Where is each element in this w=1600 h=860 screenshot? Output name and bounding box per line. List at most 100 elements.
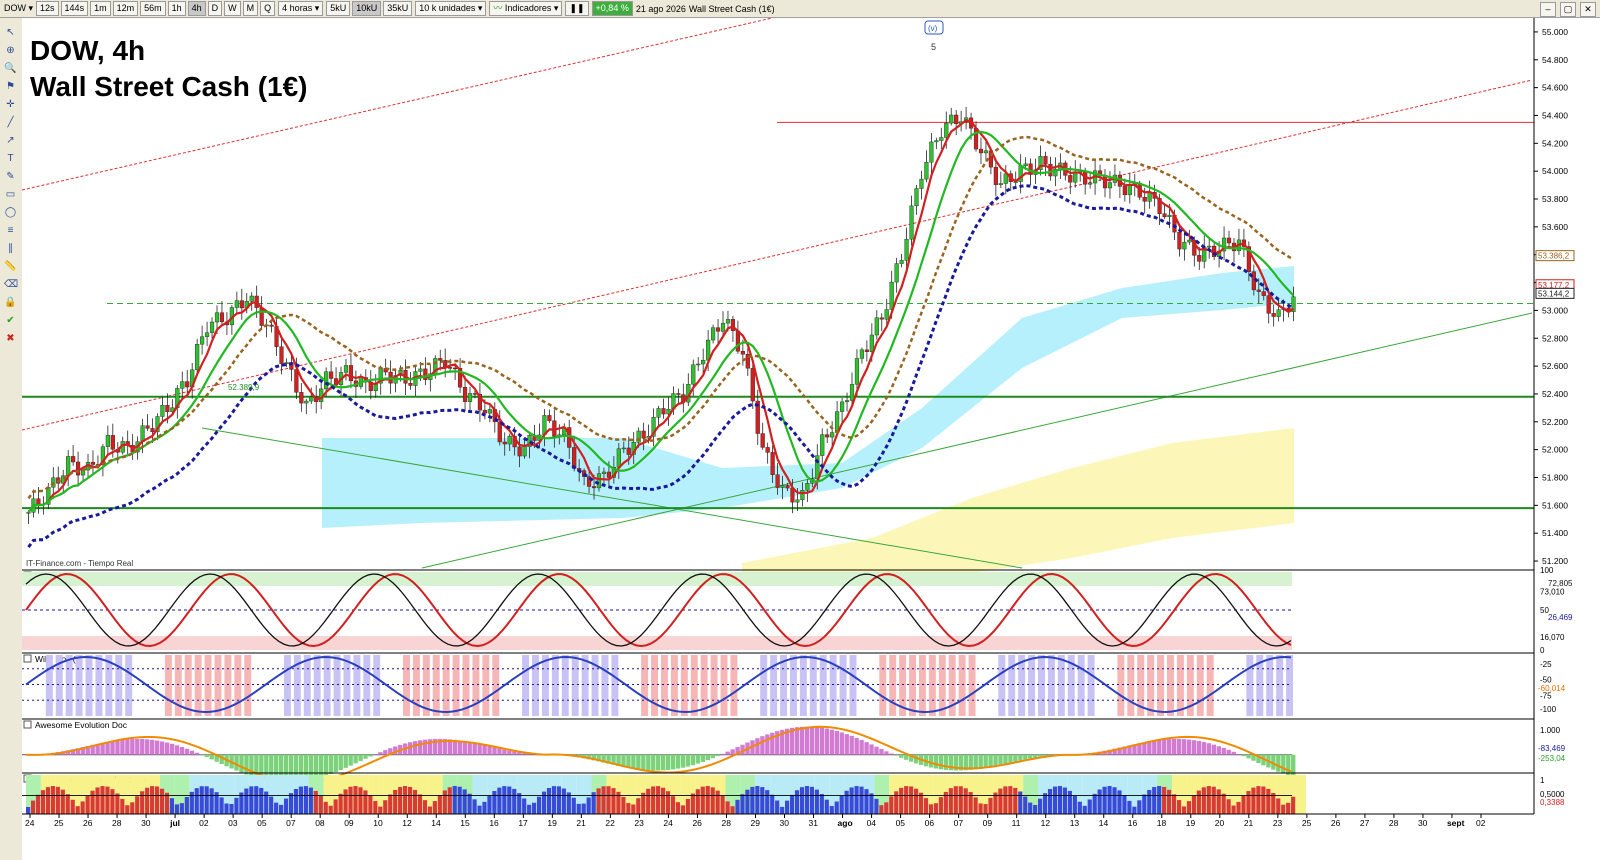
timeframe-button-1h[interactable]: 1h [167,1,186,16]
awesome-bar [1226,749,1231,755]
bell-icon[interactable]: ⚑ [4,80,17,93]
text-icon[interactable]: T [4,152,17,165]
timeframe-button-4h[interactable]: 4h [187,1,206,16]
awesome-bar [804,726,810,755]
lock-icon[interactable]: 🔒 [4,296,17,309]
candle [949,114,954,124]
bff-bar [670,796,676,814]
source-label: IT-Finance.com - Tiempo Real [26,559,133,568]
close-icon[interactable]: ✖ [4,332,17,345]
candle [825,434,830,438]
arrow-icon[interactable]: ↗ [4,134,17,147]
line-icon[interactable]: ╱ [4,116,17,129]
period-select[interactable]: 4 horas ▾ [278,1,324,16]
channel-icon[interactable]: ∥ [4,242,17,255]
volume-button-10kU[interactable]: 10kU [352,1,382,16]
timeframe-button-M[interactable]: M [242,1,259,16]
awesome-bar [983,754,988,768]
timeframe-button-12m[interactable]: 12m [112,1,139,16]
bff-bar [809,786,814,814]
willy-band [65,655,73,716]
bff-bar [1291,796,1296,814]
indicators-button[interactable]: 〰 Indicadores ▾ [489,1,563,16]
bff-bar [472,799,477,814]
fib-icon[interactable]: ≡ [4,224,17,237]
awesome-bar [1201,742,1207,755]
candle [820,434,825,456]
candle [616,448,621,468]
bff-bar [1276,798,1281,814]
maximize-icon[interactable]: ▢ [1560,2,1576,17]
willy-band [730,655,738,716]
bff-bar [1013,787,1018,814]
date-label: 21 ago 2026 [635,3,686,14]
y-tick-label: 54.000 [1542,166,1568,176]
minimize-icon[interactable]: – [1540,2,1556,17]
awesome-bar [1147,741,1152,755]
timeframe-button-1m[interactable]: 1m [90,1,111,16]
x-tick-label: 27 [1360,818,1370,828]
awesome-bar [1216,746,1221,755]
bff-bar [393,789,398,814]
bff-bar [576,803,581,814]
right-value: 26,469 [1548,613,1573,622]
ruler-icon[interactable]: 📏 [4,260,17,273]
bff-bar [656,786,661,814]
pause-button[interactable]: ❚❚ [565,1,589,16]
awesome-bar [318,754,324,778]
check-icon[interactable]: ✔ [4,314,17,327]
awesome-bar [1231,751,1236,755]
bff-bar [1082,805,1087,814]
bff-bar [854,786,859,814]
timeframe-button-Q[interactable]: Q [260,1,276,16]
willy-band [710,655,718,716]
awesome-bar [889,753,894,755]
awesome-bar [631,754,636,769]
rect-icon[interactable]: ▭ [4,188,17,201]
bff-bar [864,789,869,814]
bff-bar [1201,787,1206,814]
units-select[interactable]: 10 k unidades ▾ [415,1,487,16]
y-tick-label: 51.200 [1542,556,1568,566]
timeframe-button-12s[interactable]: 12s [36,1,59,16]
eraser-icon[interactable]: ⌫ [4,278,18,291]
zoom-icon[interactable]: ⊕ [4,44,17,57]
awesome-bar [502,749,507,755]
bff-bar [90,790,95,814]
bff-bar [492,791,497,814]
timeframe-button-56m[interactable]: 56m [140,1,166,16]
timeframe-button-D[interactable]: D [207,1,223,16]
willy-band [1077,655,1085,716]
timeframe-button-144s[interactable]: 144s [60,1,89,16]
bff-bar [1246,791,1251,814]
bff-bar [269,796,274,814]
close-icon[interactable]: ✕ [1580,2,1596,17]
bff-bar [1256,786,1261,814]
bff-bar [507,786,512,814]
timeframe-button-W[interactable]: W [224,1,241,16]
bff-bar [983,804,988,814]
awesome-bar [760,736,765,755]
awesome-bar [1018,754,1023,761]
awesome-bar [497,748,502,755]
bff-bar [462,789,467,814]
awesome-bar [462,741,467,755]
cursor-icon[interactable]: ↖ [4,26,17,39]
crosshair-icon[interactable]: ✛ [4,98,17,111]
candle [209,321,215,333]
symbol-selector[interactable]: DOW ▾ [4,3,33,14]
awesome-bar [879,748,884,755]
ellipse-icon[interactable]: ◯ [4,206,17,219]
chart-area[interactable]: Sistema de trenes Doc v4 (f f)016,070507… [22,18,1600,860]
x-tick-label: 02 [199,818,209,828]
pen-icon[interactable]: ✎ [4,170,17,183]
volume-button-35kU[interactable]: 35kU [383,1,413,16]
volume-button-5kU[interactable]: 5kU [326,1,351,16]
bff-bar [30,800,36,814]
awesome-bar [680,754,686,768]
bff-bar [899,787,904,814]
magnify-icon[interactable]: 🔍 [4,62,17,75]
candle [448,367,453,369]
awesome-bar [894,754,899,756]
willy-band [551,655,559,716]
